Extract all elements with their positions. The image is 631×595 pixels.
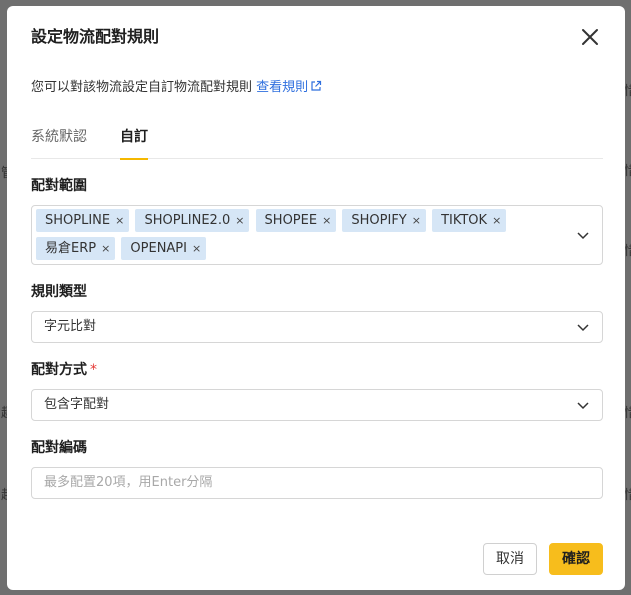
tab-system-default[interactable]: 系統默認 (31, 125, 87, 159)
remove-tag-icon[interactable]: × (492, 209, 501, 232)
external-link-icon (310, 79, 322, 99)
match-method-select[interactable]: 包含字配對 (31, 389, 603, 421)
scope-tag-label: TIKTOK (441, 213, 488, 228)
scope-tag: SHOPLINE × (36, 209, 130, 232)
remove-tag-icon[interactable]: × (101, 237, 110, 260)
remove-tag-icon[interactable]: × (192, 237, 201, 260)
match-code-placeholder: 最多配置20項，用Enter分隔 (44, 475, 213, 490)
scope-tag-label: SHOPEE (264, 213, 318, 228)
dialog-header: 設定物流配對規則 (31, 24, 605, 50)
chevron-down-icon[interactable] (576, 228, 590, 242)
match-method-label: 配對方式 * (31, 360, 97, 380)
required-mark: * (90, 362, 97, 378)
backdrop-text: 惜 (624, 84, 631, 99)
match-method-label-text: 配對方式 (31, 362, 87, 378)
match-scope-tags: SHOPLINE × SHOPLINE2.0 × SHOPEE × SHOPIFY × … (36, 209, 556, 265)
remove-tag-icon[interactable]: × (235, 209, 244, 232)
scope-tag: 易倉ERP × (36, 237, 116, 260)
scope-tag: SHOPIFY × (342, 209, 426, 232)
backdrop-text: 惜 (624, 164, 631, 179)
backdrop-text: 惜 (624, 244, 631, 259)
match-code-input[interactable]: 最多配置20項，用Enter分隔 (31, 467, 603, 499)
scope-tag-label: SHOPLINE2.0 (144, 213, 231, 228)
chevron-down-icon[interactable] (576, 320, 590, 334)
description-text: 您可以對該物流設定自訂物流配對規則 (31, 80, 253, 95)
backdrop-text: 惜 (624, 488, 631, 503)
confirm-button[interactable]: 確認 (549, 543, 603, 575)
rule-type-label: 規則類型 (31, 284, 87, 300)
remove-tag-icon[interactable]: × (412, 209, 421, 232)
rule-tabs: 系統默認 自訂 (31, 125, 603, 160)
scope-tag-label: SHOPIFY (351, 213, 407, 228)
match-method-value: 包含字配對 (44, 397, 110, 412)
remove-tag-icon[interactable]: × (322, 209, 331, 232)
rule-type-value: 字元比對 (44, 319, 97, 334)
tab-custom[interactable]: 自訂 (120, 125, 148, 160)
backdrop-text: 惜 (624, 406, 631, 421)
dialog-title: 設定物流配對規則 (31, 27, 160, 46)
scope-tag: SHOPLINE2.0 × (135, 209, 250, 232)
scope-tag-label: OPENAPI (130, 241, 187, 256)
close-icon[interactable] (579, 26, 601, 48)
dialog-description: 您可以對該物流設定自訂物流配對規則 查看規則 (31, 78, 322, 99)
scope-tag-label: SHOPLINE (45, 213, 111, 228)
scope-tag: OPENAPI × (121, 237, 207, 260)
remove-tag-icon[interactable]: × (115, 209, 124, 232)
view-rules-link[interactable]: 查看規則 (256, 80, 322, 95)
rule-type-select[interactable]: 字元比對 (31, 311, 603, 343)
match-scope-label: 配對範圍 (31, 178, 87, 194)
logistics-match-rule-dialog: 設定物流配對規則 您可以對該物流設定自訂物流配對規則 查看規則 系統默認 自訂 … (7, 6, 625, 590)
match-code-label: 配對編碼 (31, 440, 87, 456)
scope-tag: TIKTOK × (432, 209, 507, 232)
cancel-button[interactable]: 取消 (483, 543, 537, 575)
scope-tag: SHOPEE × (255, 209, 337, 232)
chevron-down-icon[interactable] (576, 398, 590, 412)
scope-tag-label: 易倉ERP (45, 241, 97, 256)
match-scope-select[interactable]: SHOPLINE × SHOPLINE2.0 × SHOPEE × SHOPIFY × … (31, 205, 603, 265)
view-rules-label: 查看規則 (256, 80, 309, 95)
